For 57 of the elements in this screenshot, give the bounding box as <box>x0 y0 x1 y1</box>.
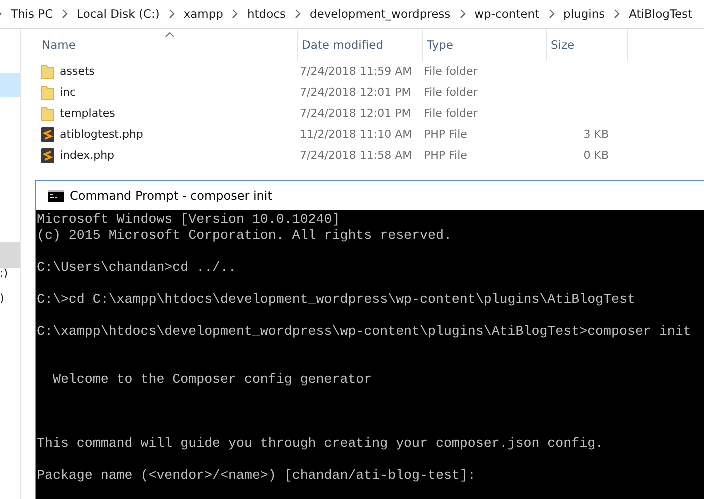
sort-caret-icon <box>165 32 175 38</box>
type-cell-text: File folder <box>423 86 479 99</box>
column-header[interactable]: Name <box>41 29 298 61</box>
type-cell-text: PHP File <box>423 128 468 141</box>
chevron-right-icon <box>460 9 466 19</box>
chevron-right-icon <box>62 9 68 19</box>
chevron-right-icon <box>168 9 175 19</box>
date-cell-text: 7/24/2018 11:59 AM <box>299 65 414 78</box>
type-cell-text: File folder <box>423 107 479 120</box>
file-name[interactable]: inc <box>60 86 76 99</box>
address-bar[interactable]: This PC Local Disk (C:) xampp htdocs development_wordpress wp-content plugins AtiBlogTest <box>0 0 704 29</box>
date-cell-text: 7/24/2018 12:01 PM <box>299 86 412 99</box>
folder-icon <box>41 84 55 100</box>
sidebar-item[interactable]: ) <box>0 292 4 305</box>
console-line: (c) 2015 Microsoft Corporation. All rights reserved. <box>37 228 452 244</box>
column-header[interactable]: Date modified <box>298 29 423 61</box>
breadcrumb-item[interactable]: xampp <box>184 7 224 21</box>
console-line: Package name (<vendor>/<name>) [chandan/ati-blog-test]: <box>37 468 476 484</box>
chevron-right-icon <box>614 9 620 19</box>
sidebar-item[interactable]: :) <box>0 267 8 280</box>
console-line: Microsoft Windows [Version 10.0.10240] <box>37 212 340 228</box>
console-line: C:\xampp\htdocs\development_wordpress\wp-content\plugins\AtiBlogTest>composer init <box>37 324 692 340</box>
column-header[interactable]: Size <box>547 29 628 61</box>
breadcrumb-item[interactable]: This PC <box>11 7 54 21</box>
sidebar-highlight[interactable] <box>0 242 20 268</box>
code-file-icon <box>41 126 55 142</box>
date-cell-text: 11/2/2018 11:10 AM <box>299 128 414 141</box>
file-name[interactable]: assets <box>60 65 96 78</box>
chevron-right-icon <box>548 9 555 19</box>
size-cell: 0 KB <box>584 149 609 162</box>
window-title: Command Prompt - composer init <box>70 188 272 202</box>
file-name[interactable]: atiblogtest.php <box>60 128 144 141</box>
breadcrumb-item[interactable]: AtiBlogTest <box>629 7 693 21</box>
console-line: C:\>cd C:\xampp\htdocs\development_wordpress\wp-content\plugins\AtiBlogTest <box>37 292 636 308</box>
file-name[interactable]: index.php <box>60 149 115 162</box>
folder-icon <box>41 64 55 80</box>
breadcrumb-item[interactable]: development_wordpress <box>310 7 451 21</box>
breadcrumb-item[interactable]: wp-content <box>474 7 540 21</box>
size-cell: 3 KB <box>584 128 609 141</box>
console-line: C:\Users\chandan>cd ../.. <box>37 260 236 276</box>
chevron-right-icon <box>294 9 301 19</box>
breadcrumb-item[interactable]: Local Disk (C:) <box>77 7 160 21</box>
console-line: This command will guide you through creating your composer.json config. <box>37 436 604 452</box>
breadcrumb-item[interactable]: plugins <box>564 7 606 21</box>
type-cell-text: PHP File <box>423 149 468 162</box>
chevron-right-icon <box>232 9 238 19</box>
folder-icon <box>41 106 55 122</box>
code-file-icon <box>41 148 55 164</box>
console-line: Welcome to the Composer config generator <box>52 372 372 388</box>
date-cell-text: 7/24/2018 11:58 AM <box>299 149 414 162</box>
type-cell-text: File folder <box>423 65 479 78</box>
terminal-icon <box>48 190 64 202</box>
column-header[interactable]: Type <box>423 29 547 61</box>
breadcrumb-item[interactable]: htdocs <box>247 7 286 21</box>
sidebar-highlight[interactable] <box>0 73 20 97</box>
file-name[interactable]: templates <box>60 107 116 120</box>
date-cell-text: 7/24/2018 12:01 PM <box>299 107 412 120</box>
